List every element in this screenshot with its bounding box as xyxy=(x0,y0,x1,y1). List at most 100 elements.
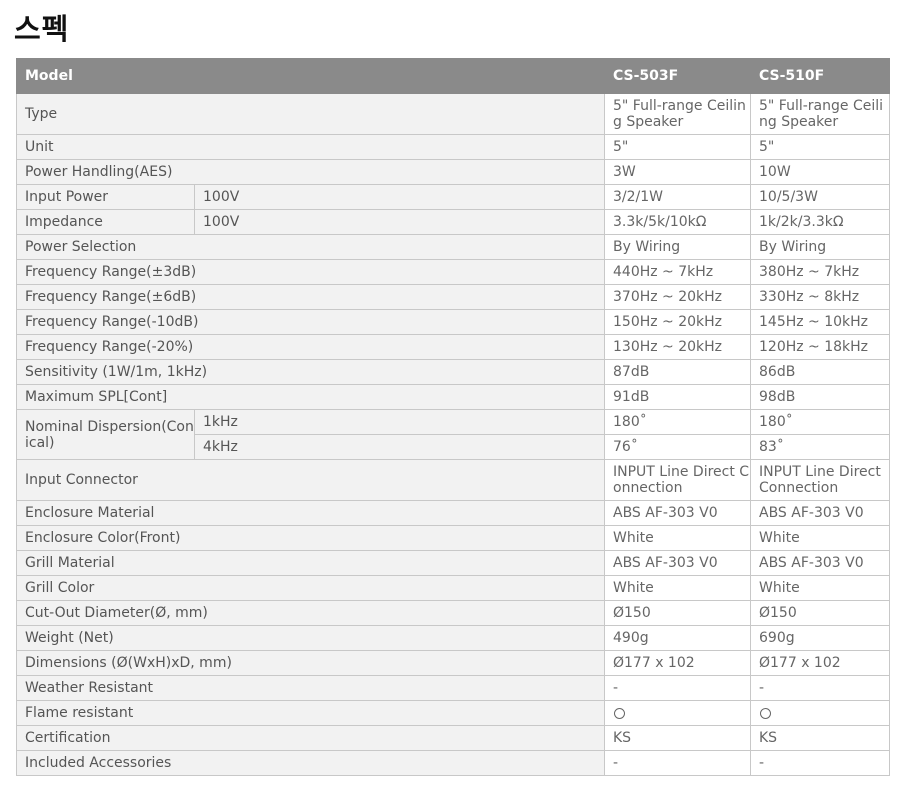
row-label: Unit xyxy=(16,134,605,160)
table-row: Dimensions (Ø(WxH)xD, mm) Ø177 x 102 Ø17… xyxy=(16,650,890,676)
table-row: Unit 5" 5" xyxy=(16,134,890,160)
header-model-1: CS-503F xyxy=(604,58,751,94)
table-row: Enclosure Color(Front) White White xyxy=(16,525,890,551)
spec-table: Model CS-503F CS-510F Type 5" Full-range… xyxy=(16,58,890,776)
cell-value: 86dB xyxy=(750,359,890,385)
cell-value: INPUT Line Direct Connection xyxy=(604,459,751,501)
table-row: Certification KS KS xyxy=(16,725,890,751)
cell-value: - xyxy=(750,750,890,776)
circle-mark-icon xyxy=(760,707,771,719)
table-row: Weight (Net) 490g 690g xyxy=(16,625,890,651)
table-row: Nominal Dispersion(Conical) 1kHz 180˚ 18… xyxy=(16,409,890,460)
row-label: Power Selection xyxy=(16,234,605,260)
row-label: Certification xyxy=(16,725,605,751)
table-row: Type 5" Full-range Ceiling Speaker 5" Fu… xyxy=(16,93,890,135)
cell-value: 91dB xyxy=(604,384,751,410)
table-row: Grill Material ABS AF-303 V0 ABS AF-303 … xyxy=(16,550,890,576)
row-label: Cut-Out Diameter(Ø, mm) xyxy=(16,600,605,626)
row-label: Impedance xyxy=(16,209,195,235)
table-row: Power Handling(AES) 3W 10W xyxy=(16,159,890,185)
cell-value: 130Hz ~ 20kHz xyxy=(604,334,751,360)
cell-value: ABS AF-303 V0 xyxy=(604,500,751,526)
header-model-label: Model xyxy=(16,58,605,94)
cell-value: 10W xyxy=(750,159,890,185)
cell-value: 370Hz ~ 20kHz xyxy=(604,284,751,310)
row-label: Input Connector xyxy=(16,459,605,501)
cell-value: Ø177 x 102 xyxy=(604,650,751,676)
cell-value: 380Hz ~ 7kHz xyxy=(750,259,890,285)
row-label: Frequency Range(-10dB) xyxy=(16,309,605,335)
cell-value-circle xyxy=(750,700,890,726)
table-row: Flame resistant xyxy=(16,700,890,726)
cell-value: 87dB xyxy=(604,359,751,385)
row-label: Weather Resistant xyxy=(16,675,605,701)
table-row: Weather Resistant - - xyxy=(16,675,890,701)
cell-value: White xyxy=(604,575,751,601)
cell-value-circle xyxy=(604,700,751,726)
cell-value: 180˚ xyxy=(750,409,890,435)
table-row: Sensitivity (1W/1m, 1kHz) 87dB 86dB xyxy=(16,359,890,385)
cell-value: Ø150 xyxy=(604,600,751,626)
row-label: Nominal Dispersion(Conical) xyxy=(16,409,195,460)
row-label: Maximum SPL[Cont] xyxy=(16,384,605,410)
table-row: Power Selection By Wiring By Wiring xyxy=(16,234,890,260)
cell-value: By Wiring xyxy=(750,234,890,260)
cell-value: - xyxy=(604,750,751,776)
cell-value: 690g xyxy=(750,625,890,651)
cell-value: By Wiring xyxy=(604,234,751,260)
table-row: Frequency Range(±3dB) 440Hz ~ 7kHz 380Hz… xyxy=(16,259,890,285)
cell-value: White xyxy=(750,575,890,601)
row-label: Dimensions (Ø(WxH)xD, mm) xyxy=(16,650,605,676)
row-sublabel: 100V xyxy=(194,184,605,210)
cell-value: 83˚ xyxy=(750,434,890,460)
cell-value: 180˚ xyxy=(604,409,751,435)
cell-value: 120Hz ~ 18kHz xyxy=(750,334,890,360)
cell-value: ABS AF-303 V0 xyxy=(604,550,751,576)
cell-value: 10/5/3W xyxy=(750,184,890,210)
table-row: Enclosure Material ABS AF-303 V0 ABS AF-… xyxy=(16,500,890,526)
cell-value: Ø150 xyxy=(750,600,890,626)
cell-value: INPUT Line Direct Connection xyxy=(750,459,890,501)
cell-value: 3/2/1W xyxy=(604,184,751,210)
table-row: Frequency Range(-10dB) 150Hz ~ 20kHz 145… xyxy=(16,309,890,335)
cell-value: KS xyxy=(604,725,751,751)
cell-value: 440Hz ~ 7kHz xyxy=(604,259,751,285)
cell-value: Ø177 x 102 xyxy=(750,650,890,676)
row-label: Enclosure Color(Front) xyxy=(16,525,605,551)
table-row: Grill Color White White xyxy=(16,575,890,601)
cell-value: 330Hz ~ 8kHz xyxy=(750,284,890,310)
row-label: Grill Material xyxy=(16,550,605,576)
row-label: Included Accessories xyxy=(16,750,605,776)
cell-value: ABS AF-303 V0 xyxy=(750,500,890,526)
row-sublabel: 100V xyxy=(194,209,605,235)
cell-value: White xyxy=(604,525,751,551)
cell-value: White xyxy=(750,525,890,551)
table-row: Input Connector INPUT Line Direct Connec… xyxy=(16,459,890,501)
row-label: Frequency Range(±6dB) xyxy=(16,284,605,310)
cell-value: 145Hz ~ 10kHz xyxy=(750,309,890,335)
table-row: Impedance 100V 3.3k/5k/10kΩ 1k/2k/3.3kΩ xyxy=(16,209,890,235)
cell-value: 490g xyxy=(604,625,751,651)
cell-value: 5" Full-range Ceiling Speaker xyxy=(604,93,751,135)
table-row: Input Power 100V 3/2/1W 10/5/3W xyxy=(16,184,890,210)
cell-value: 5" xyxy=(604,134,751,160)
table-row: Frequency Range(±6dB) 370Hz ~ 20kHz 330H… xyxy=(16,284,890,310)
table-row: Cut-Out Diameter(Ø, mm) Ø150 Ø150 xyxy=(16,600,890,626)
cell-value: 150Hz ~ 20kHz xyxy=(604,309,751,335)
row-label: Flame resistant xyxy=(16,700,605,726)
cell-value: - xyxy=(750,675,890,701)
cell-value: KS xyxy=(750,725,890,751)
cell-value: 1k/2k/3.3kΩ xyxy=(750,209,890,235)
row-label: Grill Color xyxy=(16,575,605,601)
cell-value: 5" xyxy=(750,134,890,160)
row-label: Enclosure Material xyxy=(16,500,605,526)
row-sublabel: 4kHz xyxy=(194,434,605,460)
cell-value: 3W xyxy=(604,159,751,185)
cell-value: ABS AF-303 V0 xyxy=(750,550,890,576)
cell-value: 98dB xyxy=(750,384,890,410)
cell-value: 76˚ xyxy=(604,434,751,460)
row-label: Power Handling(AES) xyxy=(16,159,605,185)
row-sublabel: 1kHz xyxy=(194,409,605,435)
page-title: 스펙 xyxy=(14,12,70,46)
table-row: Maximum SPL[Cont] 91dB 98dB xyxy=(16,384,890,410)
